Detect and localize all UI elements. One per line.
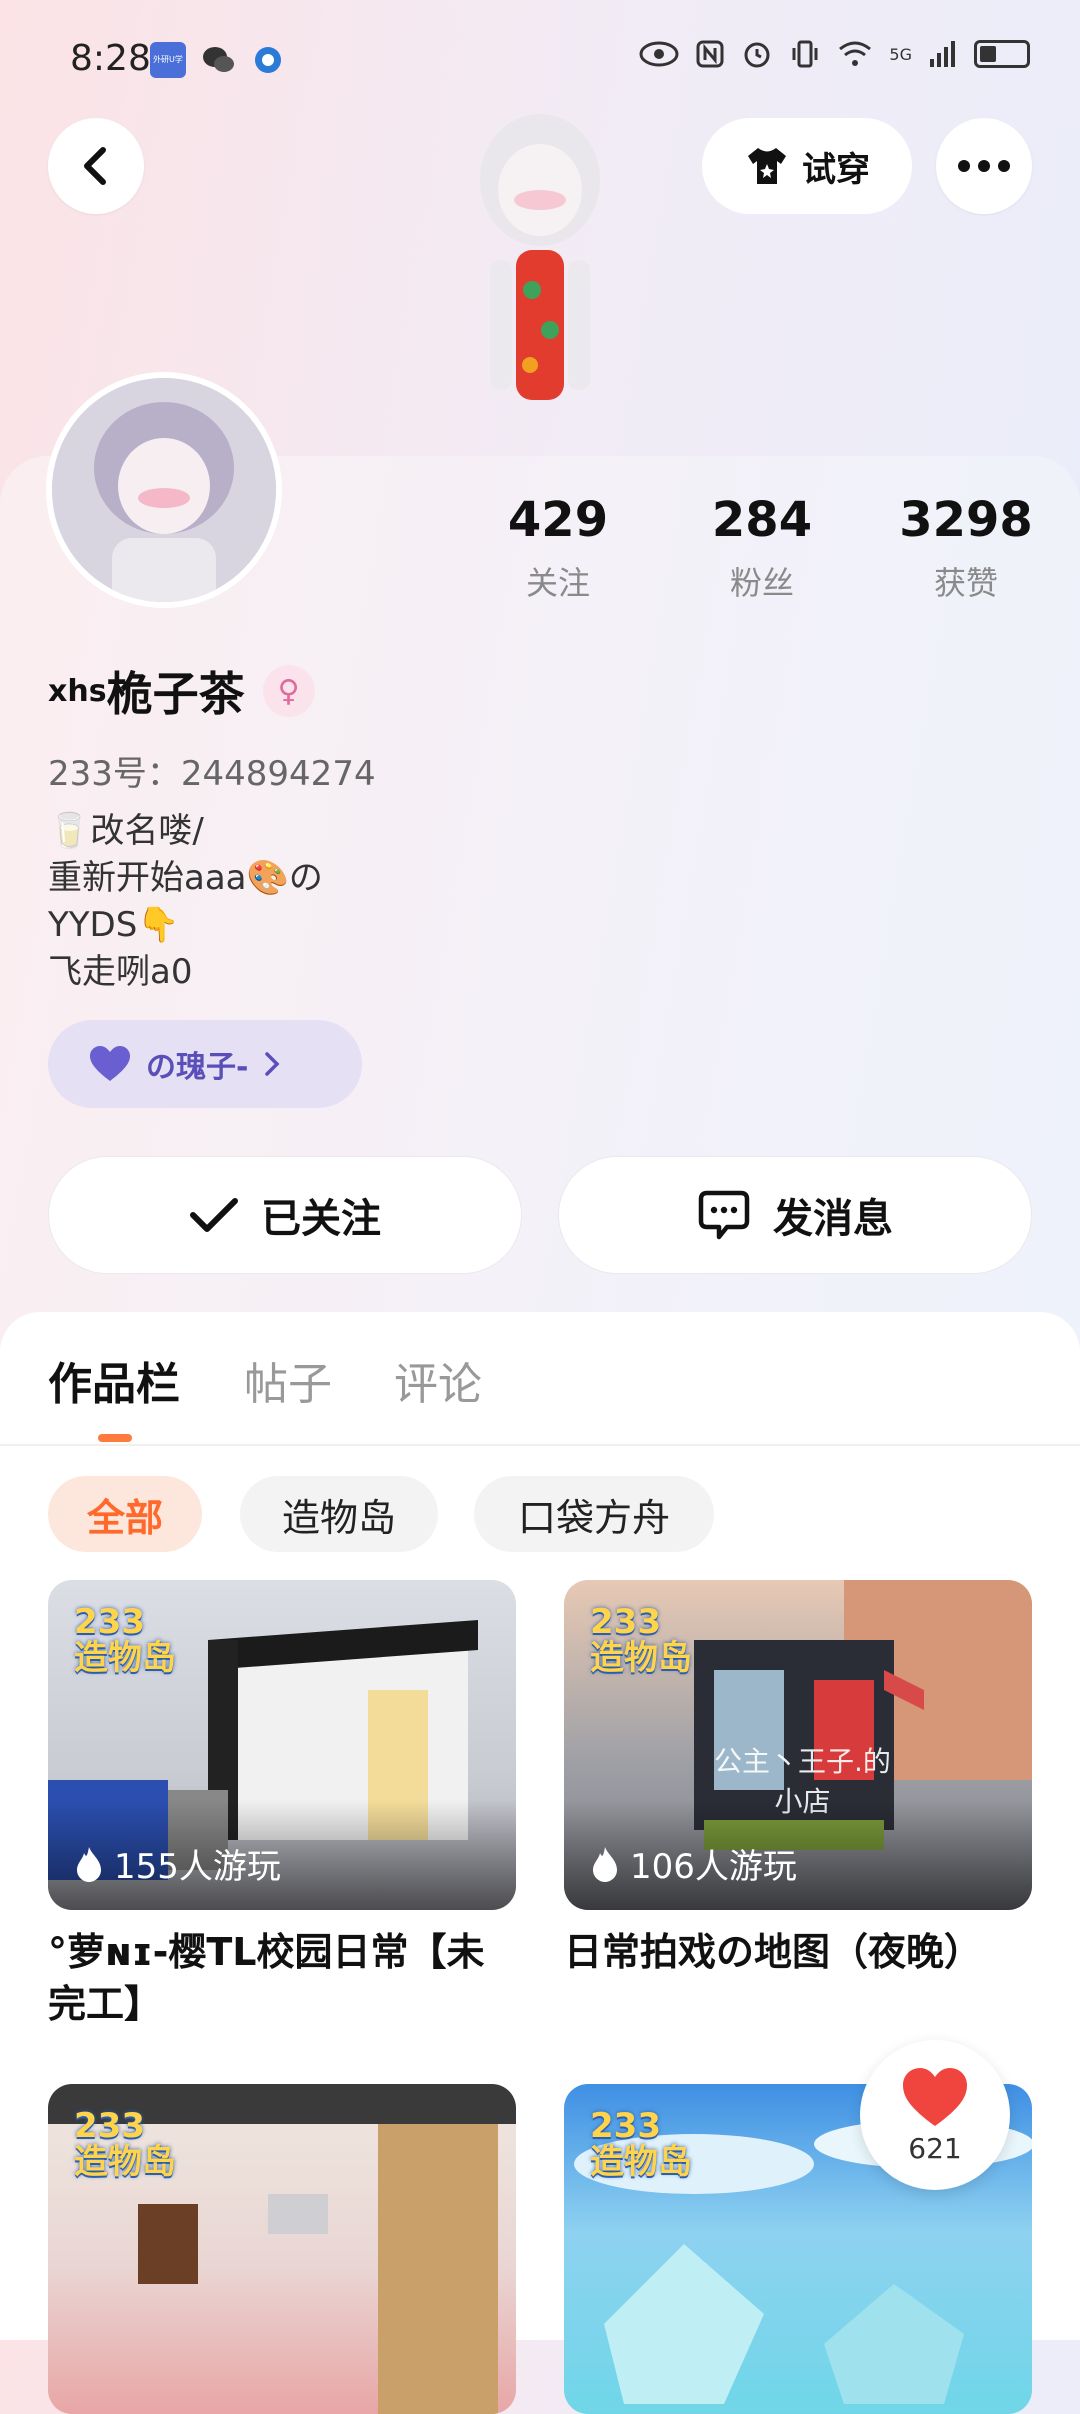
bio-line: YYDS👇 — [48, 905, 180, 945]
play-count: 106人游玩 — [590, 1839, 797, 1888]
stat-likes[interactable]: 3298 获赞 — [876, 492, 1056, 604]
heart-icon — [903, 2067, 967, 2126]
work-card[interactable]: 233 造物岛 — [48, 2084, 516, 2414]
play-count-label: 106人游玩 — [630, 1847, 797, 1887]
divider — [0, 1444, 1080, 1446]
play-count-label: 155人游玩 — [114, 1847, 281, 1887]
back-button[interactable] — [48, 118, 144, 214]
island-badge: 233 造物岛 — [590, 1602, 692, 1678]
try-on-button[interactable]: 试穿 — [702, 118, 912, 214]
wifi-icon — [839, 41, 872, 66]
avatar-3d-figure[interactable] — [440, 100, 640, 460]
message-label: 发消息 — [773, 1196, 893, 1242]
stat-followers-value: 284 — [711, 492, 813, 548]
signal-icon — [930, 41, 955, 67]
flame-icon — [593, 1846, 617, 1882]
browser-icon — [250, 42, 286, 82]
tab-works[interactable]: 作品栏 — [48, 1348, 180, 1412]
stat-following-value: 429 — [507, 492, 609, 548]
message-button[interactable]: 发消息 — [558, 1156, 1032, 1274]
chat-bubble-icon — [698, 1190, 750, 1240]
check-icon — [190, 1198, 238, 1232]
more-dots-icon — [958, 160, 1010, 172]
more-options-button[interactable] — [936, 118, 1032, 214]
battery-icon — [974, 40, 1030, 68]
username: xhs 桅子茶 ♀ — [48, 658, 315, 724]
work-card[interactable]: 233 造物岛 公主丶王子.的 小店 106人游玩 日常拍戏の地图（夜晚） — [564, 1580, 1032, 1978]
bio: 🥛改名喽/ 重新开始aaa🎨の YYDS👇 飞走咧a0 — [48, 808, 323, 996]
play-count: 155人游玩 — [74, 1839, 281, 1888]
study-app-label: 外研U学 — [153, 55, 183, 64]
user-id: 233号：244894274 — [48, 754, 376, 794]
work-thumbnail: 233 造物岛 — [48, 2084, 516, 2414]
work-title: °萝ɴɪ-樱TL校园日常【未完工】 — [48, 1930, 485, 2026]
wechat-icon — [200, 42, 236, 82]
flame-icon — [77, 1846, 101, 1882]
heart-icon — [90, 1046, 130, 1081]
island-badge: 233 造物岛 — [590, 2106, 692, 2182]
island-badge: 233 造物岛 — [74, 1602, 176, 1678]
status-indicators: 5G — [639, 38, 1030, 70]
chevron-left-icon — [84, 147, 106, 185]
work-thumbnail: 233 造物岛 155人游玩 — [48, 1580, 516, 1910]
guild-chip[interactable]: の瑰子- — [48, 1020, 362, 1108]
status-app-icons: 外研U学 — [150, 42, 286, 82]
female-gender-icon: ♀ — [262, 665, 315, 717]
work-title: 日常拍戏の地图（夜晚） — [564, 1930, 983, 1974]
study-app-icon: 外研U学 — [150, 42, 186, 78]
nfc-icon — [696, 40, 724, 68]
avatar[interactable] — [46, 372, 282, 608]
filter-pocket-ark[interactable]: 口袋方舟 — [474, 1476, 714, 1552]
followed-label: 已关注 — [261, 1196, 381, 1242]
eye-icon — [639, 41, 679, 67]
followed-button[interactable]: 已关注 — [48, 1156, 522, 1274]
try-on-label: 试穿 — [802, 149, 870, 190]
chevron-right-icon — [265, 1052, 280, 1076]
filter-creation-island[interactable]: 造物岛 — [240, 1476, 438, 1552]
bio-line: 飞走咧a0 — [48, 952, 193, 992]
stat-likes-label: 获赞 — [933, 564, 998, 602]
stat-followers[interactable]: 284 粉丝 — [672, 492, 852, 604]
tab-posts[interactable]: 帖子 — [244, 1348, 332, 1412]
network-type: 5G — [889, 44, 912, 64]
username-text: 桅子茶 — [106, 667, 245, 721]
guild-label: の瑰子- — [146, 1050, 249, 1085]
tab-indicator — [98, 1434, 132, 1442]
vibrate-icon — [792, 40, 818, 68]
stat-following-label: 关注 — [525, 564, 590, 602]
username-prefix: xhs — [48, 673, 107, 709]
like-button[interactable]: 621 — [860, 2040, 1010, 2190]
filter-all[interactable]: 全部 — [48, 1476, 202, 1552]
alarm-icon — [744, 42, 770, 68]
tab-comments[interactable]: 评论 — [394, 1348, 482, 1412]
like-count: 621 — [908, 2131, 962, 2165]
work-card[interactable]: 233 造物岛 155人游玩 °萝ɴɪ-樱TL校园日常【未完工】 — [48, 1580, 516, 2030]
tshirt-icon — [748, 148, 786, 184]
island-badge: 233 造物岛 — [74, 2106, 176, 2182]
bio-line: 重新开始aaa🎨の — [48, 858, 323, 898]
stat-followers-label: 粉丝 — [729, 564, 794, 602]
bio-line: 🥛改名喽/ — [48, 811, 204, 851]
stat-following[interactable]: 429 关注 — [468, 492, 648, 604]
work-thumbnail: 233 造物岛 公主丶王子.的 小店 106人游玩 — [564, 1580, 1032, 1910]
stat-likes-value: 3298 — [899, 492, 1033, 548]
status-time: 8:28 — [70, 38, 151, 79]
